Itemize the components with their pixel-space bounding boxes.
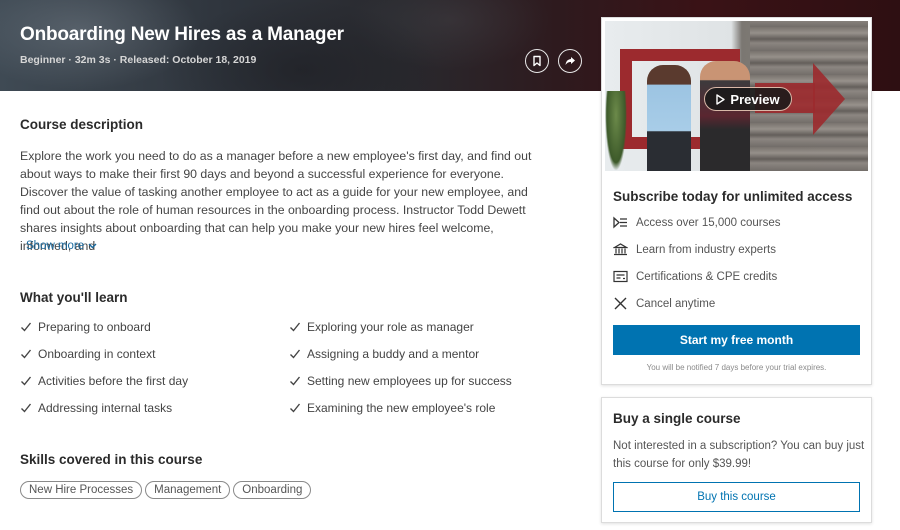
save-course-button[interactable] xyxy=(525,49,549,73)
learning-objective: Addressing internal tasks xyxy=(20,399,289,417)
skill-pill[interactable]: Management xyxy=(145,481,231,499)
skill-pill[interactable]: Onboarding xyxy=(233,481,312,499)
buy-single-course-card: Buy a single course Not interested in a … xyxy=(601,397,872,523)
subscribe-card: Preview Subscribe today for unlimited ac… xyxy=(601,17,872,385)
checkmark-icon xyxy=(290,376,301,386)
learning-objective: Setting new employees up for success xyxy=(289,372,558,390)
institution-icon xyxy=(613,243,628,256)
thumbnail-plant xyxy=(605,91,627,171)
skills-heading: Skills covered in this course xyxy=(20,452,203,467)
show-more-link[interactable]: Show more xyxy=(26,240,97,252)
course-description-heading: Course description xyxy=(20,117,144,132)
perk-item: Certifications & CPE credits xyxy=(613,270,777,283)
checkmark-icon xyxy=(21,322,32,332)
preview-button[interactable]: Preview xyxy=(704,87,792,111)
perk-label: Access over 15,000 courses xyxy=(636,216,781,229)
start-free-month-button[interactable]: Start my free month xyxy=(613,325,860,355)
skill-pill[interactable]: New Hire Processes xyxy=(20,481,143,499)
preview-label: Preview xyxy=(730,91,780,107)
learning-objective: Onboarding in context xyxy=(20,345,289,363)
learning-objectives-list: Preparing to onboard Exploring your role… xyxy=(20,318,560,417)
learning-objective-label: Examining the new employee's role xyxy=(307,401,496,415)
play-icon xyxy=(716,93,726,105)
thumbnail-person xyxy=(647,65,691,171)
learning-objective: Assigning a buddy and a mentor xyxy=(289,345,558,363)
trial-notice: You will be notified 7 days before your … xyxy=(646,363,827,372)
thumbnail-person xyxy=(700,61,750,171)
checkmark-icon xyxy=(290,403,301,413)
learning-objective: Activities before the first day xyxy=(20,372,289,390)
buy-course-heading: Buy a single course xyxy=(613,411,741,426)
learning-objective-label: Exploring your role as manager xyxy=(307,320,474,334)
course-list-icon xyxy=(613,216,627,229)
checkmark-icon xyxy=(21,403,32,413)
learning-objective-label: Addressing internal tasks xyxy=(38,401,173,415)
buy-this-course-button[interactable]: Buy this course xyxy=(613,482,860,512)
checkmark-icon xyxy=(21,376,32,386)
learning-objective: Exploring your role as manager xyxy=(289,318,558,336)
chevron-down-icon xyxy=(88,243,97,249)
checkmark-icon xyxy=(21,349,32,359)
checkmark-icon xyxy=(290,349,301,359)
certificate-icon xyxy=(613,270,628,283)
share-icon xyxy=(565,57,575,65)
perk-item: Access over 15,000 courses xyxy=(613,216,780,229)
learning-objective: Preparing to onboard xyxy=(20,318,289,336)
learning-objective-label: Preparing to onboard xyxy=(38,320,151,334)
thumbnail-arrow-head xyxy=(813,63,845,135)
perk-label: Certifications & CPE credits xyxy=(636,270,778,283)
learning-objective-label: Setting new employees up for success xyxy=(307,374,512,388)
learning-objective: Examining the new employee's role xyxy=(289,399,558,417)
show-more-label: Show more xyxy=(26,240,85,252)
course-description-text: Explore the work you need to do as a man… xyxy=(20,149,532,253)
buy-course-text: Not interested in a subscription? You ca… xyxy=(613,440,865,470)
course-title: Onboarding New Hires as a Manager xyxy=(20,24,344,45)
share-course-button[interactable] xyxy=(558,49,582,73)
close-icon xyxy=(614,297,627,310)
perk-label: Learn from industry experts xyxy=(636,243,776,256)
learning-objective-label: Activities before the first day xyxy=(38,374,189,388)
perk-item: Cancel anytime xyxy=(613,297,715,310)
learning-objective-label: Onboarding in context xyxy=(38,347,156,361)
checkmark-icon xyxy=(290,322,301,332)
course-meta: Beginner · 32m 3s · Released: October 18… xyxy=(20,54,257,66)
skills-list: New Hire Processes Management Onboarding xyxy=(20,481,312,499)
subscribe-heading: Subscribe today for unlimited access xyxy=(613,189,853,204)
course-preview-thumbnail[interactable]: Preview xyxy=(605,21,868,171)
what-youll-learn-heading: What you'll learn xyxy=(20,290,128,305)
bookmark-icon xyxy=(533,55,541,67)
perk-label: Cancel anytime xyxy=(636,297,716,310)
learning-objective-label: Assigning a buddy and a mentor xyxy=(307,347,480,361)
perk-item: Learn from industry experts xyxy=(613,243,776,256)
